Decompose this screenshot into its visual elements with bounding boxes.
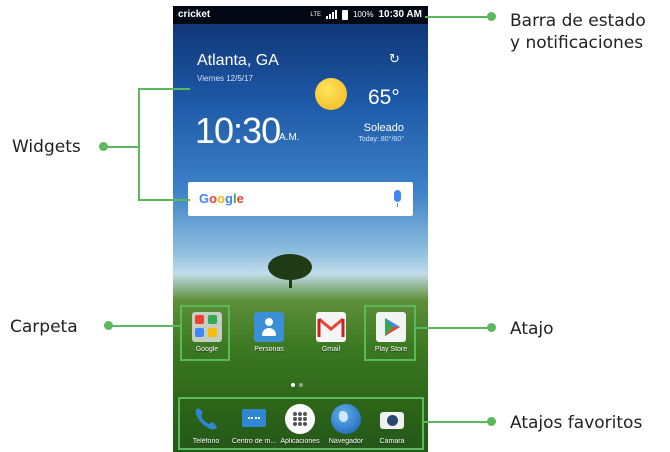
refresh-icon[interactable]: ↻ bbox=[389, 52, 400, 67]
status-bar[interactable]: cricket LTE 100% 10:30 AM bbox=[173, 6, 428, 24]
widgets-bracket-v bbox=[138, 88, 140, 201]
callout-shortcut: Atajo bbox=[510, 319, 554, 339]
google-logo: Google bbox=[199, 191, 244, 206]
shortcut-leader-line bbox=[415, 327, 490, 329]
callout-favorites: Atajos favoritos bbox=[510, 413, 643, 433]
widgets-bracket-bottom bbox=[138, 199, 190, 201]
battery-percent: 100% bbox=[352, 10, 374, 19]
app-personas[interactable]: Personas bbox=[243, 312, 295, 353]
shortcut-leader-dot bbox=[487, 323, 496, 332]
app-gmail[interactable]: Gmail bbox=[305, 312, 357, 353]
clock-time[interactable]: 10:30 bbox=[195, 110, 281, 152]
tree-wallpaper-trunk bbox=[289, 276, 292, 288]
weather-range: Today: 80°/60° bbox=[358, 136, 404, 143]
callout-status-bar-line1: Barra de estado bbox=[510, 11, 646, 31]
widgets-bracket-top bbox=[138, 88, 190, 90]
widgets-leader-h bbox=[104, 146, 139, 148]
weather-condition: Soleado bbox=[363, 122, 404, 134]
page-indicator bbox=[291, 383, 303, 387]
sun-icon bbox=[315, 78, 347, 110]
weather-date: Viernes 12/5/17 bbox=[197, 74, 253, 83]
favorites-leader-line bbox=[423, 421, 490, 423]
network-type-label: LTE bbox=[310, 11, 321, 18]
status-time: 10:30 AM bbox=[378, 9, 422, 20]
shortcut-highlight-frame bbox=[364, 305, 416, 361]
signal-icon bbox=[325, 10, 337, 19]
status-leader-line bbox=[425, 16, 491, 18]
weather-temperature: 65° bbox=[368, 86, 400, 109]
favorites-leader-dot bbox=[487, 417, 496, 426]
folder-highlight-frame bbox=[180, 305, 230, 361]
status-leader-dot bbox=[487, 12, 496, 21]
phone-home-screen: cricket LTE 100% 10:30 AM Atlanta, GA Vi… bbox=[173, 6, 428, 452]
app-label: Gmail bbox=[321, 346, 341, 353]
app-label: Personas bbox=[254, 346, 284, 353]
google-search-bar[interactable]: Google bbox=[188, 182, 413, 216]
callout-widgets: Widgets bbox=[12, 137, 81, 157]
carrier-label: cricket bbox=[178, 9, 211, 20]
status-icons: LTE 100% 10:30 AM bbox=[310, 9, 422, 20]
dock-highlight-frame bbox=[178, 397, 424, 450]
gmail-glyph bbox=[317, 317, 345, 337]
microphone-stand bbox=[397, 203, 398, 207]
clock-ampm: A.M. bbox=[279, 132, 300, 143]
callout-status-bar-line2: y notificaciones bbox=[510, 33, 644, 53]
callout-folder: Carpeta bbox=[10, 317, 78, 337]
gmail-icon bbox=[316, 312, 346, 342]
battery-icon bbox=[341, 9, 348, 20]
contacts-icon bbox=[254, 312, 284, 342]
folder-leader-line bbox=[109, 325, 181, 327]
weather-city: Atlanta, GA bbox=[197, 52, 279, 69]
microphone-icon[interactable] bbox=[394, 190, 401, 202]
